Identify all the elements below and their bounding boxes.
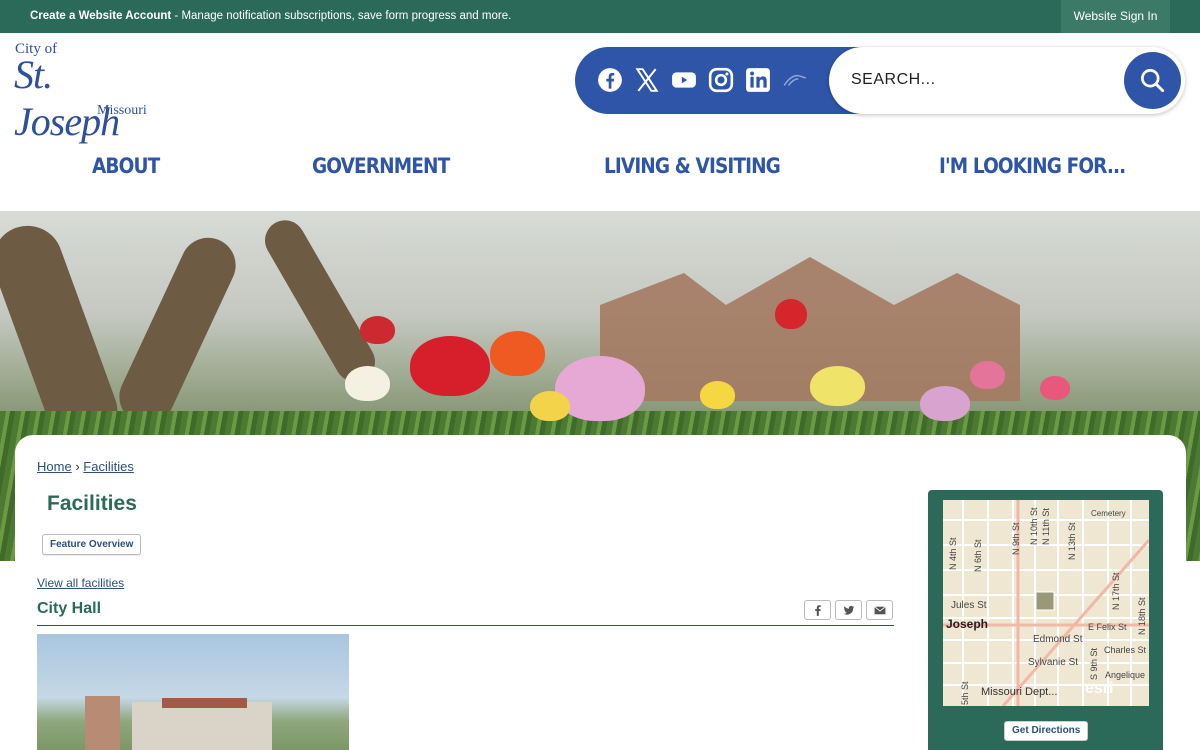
get-directions-button[interactable]: Get Directions bbox=[1004, 721, 1089, 741]
view-all-facilities-link[interactable]: View all facilities bbox=[37, 576, 124, 590]
logo-state: Missouri bbox=[97, 103, 147, 118]
account-bar: Create a Website Account - Manage notifi… bbox=[0, 0, 1200, 33]
map-street-label: N 11th St bbox=[1041, 508, 1051, 545]
breadcrumb-facilities[interactable]: Facilities bbox=[83, 459, 134, 474]
map-street-label: N 4th St bbox=[948, 537, 958, 570]
search-input[interactable] bbox=[851, 65, 1121, 95]
tulip-orange bbox=[490, 331, 545, 376]
nav-about[interactable]: ABOUT bbox=[92, 154, 160, 178]
hero-tree-trunk bbox=[257, 213, 383, 389]
account-description: - Manage notification subscriptions, sav… bbox=[171, 10, 512, 22]
youtube-icon[interactable] bbox=[671, 67, 697, 93]
tulip-white bbox=[345, 366, 390, 401]
nav-living-visiting[interactable]: LIVING & VISITING bbox=[604, 154, 781, 178]
facility-title: City Hall bbox=[37, 600, 102, 617]
city-hall-photo bbox=[37, 634, 349, 750]
tulip-red bbox=[410, 336, 490, 396]
nav-government[interactable]: GOVERNMENT bbox=[312, 154, 450, 178]
map-street-label: N 13th St bbox=[1067, 522, 1077, 560]
logo-name: St. Joseph bbox=[14, 52, 120, 144]
map-street-label: N 6th St bbox=[973, 539, 983, 572]
content-card: Home › Facilities Facilities Feature Ove… bbox=[15, 435, 1186, 750]
page-title: Facilities bbox=[47, 492, 137, 515]
linkedin-icon[interactable] bbox=[745, 67, 771, 93]
tulip-pink bbox=[920, 386, 970, 421]
search-button[interactable] bbox=[1124, 52, 1181, 109]
tulip-red bbox=[360, 316, 395, 344]
facebook-icon[interactable] bbox=[597, 67, 623, 93]
email-share-button[interactable] bbox=[866, 600, 893, 620]
city-logo[interactable]: City of St. Joseph Missouri bbox=[14, 41, 164, 144]
tulip-red bbox=[775, 299, 807, 329]
breadcrumb-home[interactable]: Home bbox=[37, 459, 72, 474]
esri-logo: esri bbox=[1085, 680, 1114, 697]
map-street-label: S 9th St bbox=[1089, 647, 1099, 680]
breadcrumb: Home › Facilities bbox=[37, 459, 134, 474]
search-icon bbox=[1141, 69, 1165, 93]
tulip-yellow bbox=[810, 366, 865, 406]
create-account-link[interactable]: Create a Website Account bbox=[30, 10, 171, 22]
map-label: Edmond St bbox=[1033, 634, 1083, 645]
location-map[interactable]: Jules St Joseph Edmond St E Felix St Cha… bbox=[943, 500, 1149, 706]
account-message: Create a Website Account - Manage notifi… bbox=[30, 10, 511, 22]
site-search bbox=[829, 47, 1185, 114]
tulip-yellow bbox=[700, 381, 735, 409]
facebook-share-button[interactable] bbox=[804, 600, 831, 620]
tulip-yellow bbox=[530, 391, 570, 421]
x-icon[interactable] bbox=[634, 67, 660, 93]
website-sign-in-button[interactable]: Website Sign In bbox=[1061, 0, 1170, 33]
feature-overview-button[interactable]: Feature Overview bbox=[42, 534, 142, 555]
map-label: Sylvanie St bbox=[1028, 657, 1079, 668]
map-street-label: 5th St bbox=[960, 681, 970, 705]
photo-city-hall-building bbox=[132, 702, 272, 750]
map-street-label: N 17th St bbox=[1111, 572, 1121, 610]
hero-house bbox=[600, 257, 1020, 401]
breadcrumb-separator: › bbox=[75, 459, 80, 474]
facebook-share-icon bbox=[815, 605, 821, 616]
instagram-icon[interactable] bbox=[708, 67, 734, 93]
tulip-pink bbox=[1040, 376, 1070, 400]
map-street-label: N 18th St bbox=[1137, 597, 1147, 635]
map-label: Angelique bbox=[1105, 670, 1146, 680]
map-label: Missouri Dept... bbox=[981, 686, 1058, 698]
tulip-pink bbox=[970, 361, 1005, 389]
twitter-share-button[interactable] bbox=[835, 600, 862, 620]
photo-building bbox=[85, 696, 120, 750]
map-panel: Jules St Joseph Edmond St E Felix St Cha… bbox=[928, 490, 1163, 750]
hero-tree-trunk bbox=[110, 228, 245, 434]
map-label: E Felix St bbox=[1088, 622, 1127, 632]
photo-roof bbox=[162, 698, 247, 708]
email-share-icon bbox=[874, 606, 886, 615]
main-navigation: ABOUT GOVERNMENT LIVING & VISITING I'M L… bbox=[0, 140, 1200, 196]
nextdoor-icon[interactable] bbox=[782, 67, 808, 93]
section-divider bbox=[37, 625, 894, 626]
map-label-city: Joseph bbox=[946, 617, 989, 631]
map-street-label: N 9th St bbox=[1011, 522, 1021, 555]
map-street-label: N 10th St bbox=[1029, 507, 1039, 545]
twitter-share-icon bbox=[843, 605, 855, 615]
map-label: Cemetery bbox=[1091, 509, 1126, 518]
map-label: Jules St bbox=[951, 600, 987, 611]
nav-looking-for[interactable]: I'M LOOKING FOR... bbox=[939, 154, 1126, 178]
map-label: Charles St bbox=[1104, 645, 1147, 655]
